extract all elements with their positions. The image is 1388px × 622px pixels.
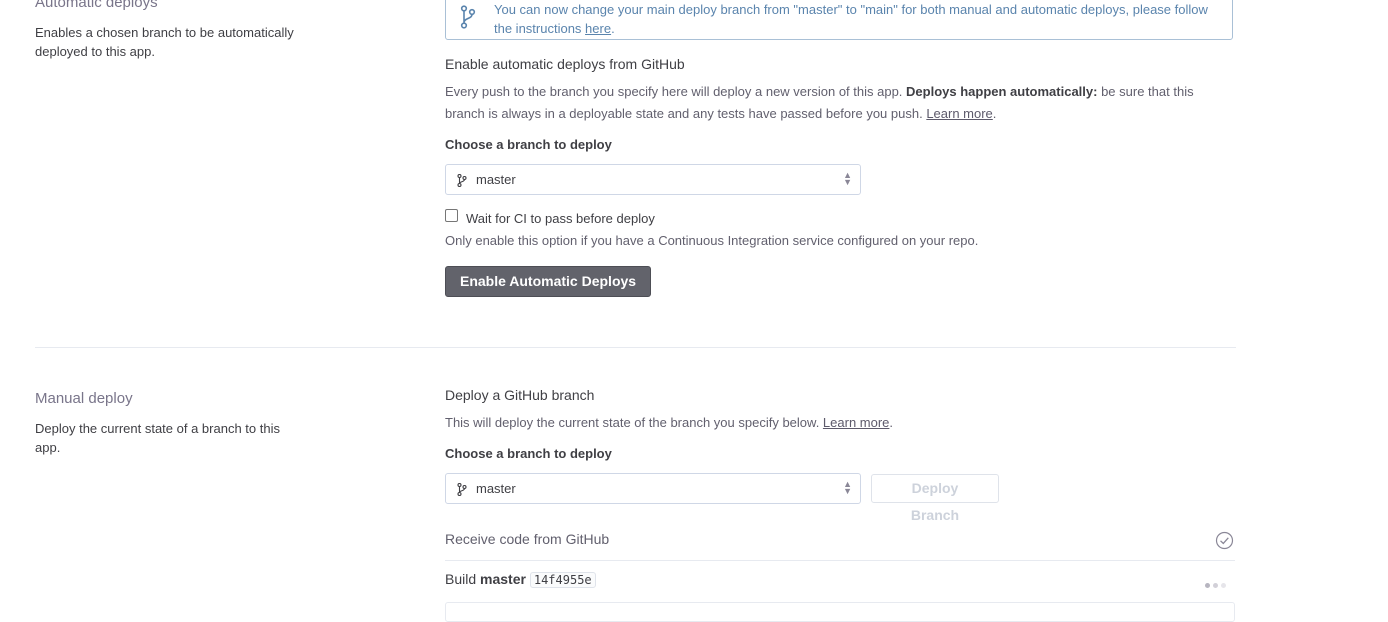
manual-choose-branch-label: Choose a branch to deploy [445, 446, 612, 461]
git-branch-icon [460, 5, 476, 32]
auto-branch-value: master [476, 172, 516, 187]
manual-deploy-heading: Deploy a GitHub branch [445, 387, 595, 403]
enable-automatic-deploys-button[interactable]: Enable Automatic Deploys [445, 266, 652, 297]
build-branch: master [480, 571, 526, 587]
build-log-panel [445, 602, 1235, 622]
chevron-updown-icon: ▲ ▼ [843, 170, 852, 187]
auto-choose-branch-label: Choose a branch to deploy [445, 137, 612, 152]
wait-for-ci-label[interactable]: Wait for CI to pass before deploy [466, 211, 655, 226]
auto-deploy-description: Every push to the branch you specify her… [445, 84, 1194, 121]
build-commit-sha: 14f4955e [529, 572, 596, 588]
manual-branch-value: master [476, 481, 516, 496]
chevron-updown-icon: ▲ ▼ [843, 479, 852, 496]
step-divider [445, 560, 1235, 561]
notice-text: You can now change your main deploy bran… [494, 2, 1208, 36]
automatic-deploys-title: Automatic deploys [35, 0, 158, 11]
wait-for-ci-checkbox[interactable] [445, 209, 458, 222]
loading-dots-icon [1202, 576, 1226, 591]
git-branch-icon [457, 482, 467, 499]
deploy-branch-button[interactable]: Deploy Branch [871, 474, 999, 523]
git-branch-icon [457, 173, 467, 190]
manual-learn-more-link[interactable]: Learn more [823, 415, 889, 430]
manual-branch-select[interactable]: master ▲ ▼ [445, 473, 861, 504]
manual-deploy-description-text: This will deploy the current state of th… [445, 415, 894, 430]
notice-here-link[interactable]: here [585, 21, 611, 36]
step-receive-code: Receive code from GitHub [445, 531, 610, 547]
manual-deploy-description: Deploy the current state of a branch to … [35, 421, 280, 455]
step-build: Build master 14f4955e [445, 571, 596, 588]
auto-learn-more-link[interactable]: Learn more [926, 106, 992, 121]
main-branch-notice: You can now change your main deploy bran… [445, 0, 1233, 40]
automatic-deploys-description: Enables a chosen branch to be automatica… [35, 25, 294, 59]
check-circle-icon [1215, 531, 1234, 553]
ci-hint: Only enable this option if you have a Co… [445, 233, 979, 248]
section-divider [35, 347, 1236, 348]
auto-deploy-heading: Enable automatic deploys from GitHub [445, 56, 685, 72]
manual-deploy-title: Manual deploy [35, 390, 133, 407]
auto-branch-select[interactable]: master ▲ ▼ [445, 164, 861, 195]
